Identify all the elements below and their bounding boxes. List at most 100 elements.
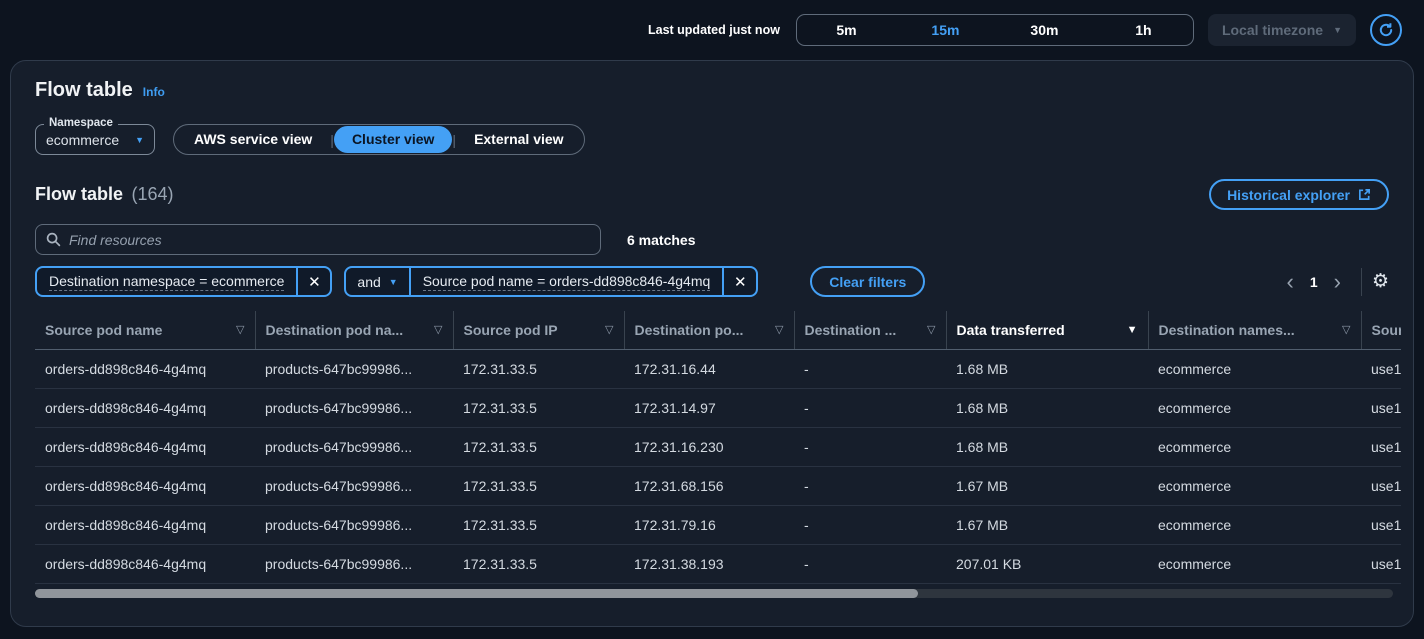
filter-token-destination-namespace: Destination namespace = ecommerce ✕ bbox=[35, 266, 332, 297]
refresh-button[interactable] bbox=[1370, 14, 1402, 46]
filter-caret-icon[interactable]: ▽ bbox=[605, 323, 613, 336]
cell-source-pod-ip: 172.31.33.5 bbox=[453, 505, 624, 544]
historical-explorer-button[interactable]: Historical explorer bbox=[1209, 179, 1389, 210]
cell-destination-pod-name: products-647bc99986... bbox=[255, 505, 453, 544]
cell-destination: - bbox=[794, 388, 946, 427]
table-row[interactable]: orders-dd898c846-4g4mq products-647bc999… bbox=[35, 544, 1401, 583]
cell-destination-pod-ip: 172.31.68.156 bbox=[624, 466, 794, 505]
cell-source-pod-name: orders-dd898c846-4g4mq bbox=[35, 427, 255, 466]
gear-icon[interactable]: ⚙ bbox=[1372, 272, 1389, 291]
table-row[interactable]: orders-dd898c846-4g4mq products-647bc999… bbox=[35, 349, 1401, 388]
namespace-select[interactable]: Namespace ecommerce ▼ bbox=[35, 124, 155, 155]
cell-destination-pod-ip: 172.31.16.230 bbox=[624, 427, 794, 466]
timezone-dropdown[interactable]: Local timezone ▼ bbox=[1208, 14, 1356, 46]
cell-source: use1- bbox=[1361, 349, 1401, 388]
cell-source-pod-name: orders-dd898c846-4g4mq bbox=[35, 505, 255, 544]
flow-table-panel: Flow table Info Namespace ecommerce ▼ AW… bbox=[10, 60, 1414, 627]
filter-caret-icon[interactable]: ▽ bbox=[1342, 323, 1350, 336]
chevron-down-icon: ▼ bbox=[1333, 25, 1342, 35]
column-header-source-pod-ip[interactable]: Source pod IP▽ bbox=[453, 311, 624, 349]
time-range-30m[interactable]: 30m bbox=[995, 22, 1094, 38]
cell-source: use1- bbox=[1361, 388, 1401, 427]
cell-destination-namespace: ecommerce bbox=[1148, 349, 1361, 388]
scrollbar-thumb[interactable] bbox=[35, 589, 918, 598]
tab-aws-service-view[interactable]: AWS service view bbox=[176, 126, 330, 153]
controls-row: Namespace ecommerce ▼ AWS service view |… bbox=[35, 124, 1389, 155]
pagination: ‹ 1 › ⚙ bbox=[1279, 268, 1390, 296]
cell-destination: - bbox=[794, 466, 946, 505]
cell-destination-pod-name: products-647bc99986... bbox=[255, 349, 453, 388]
clear-filters-button[interactable]: Clear filters bbox=[810, 266, 925, 297]
table-row[interactable]: orders-dd898c846-4g4mq products-647bc999… bbox=[35, 427, 1401, 466]
remove-filter-button[interactable]: ✕ bbox=[298, 268, 330, 295]
current-page: 1 bbox=[1302, 274, 1326, 290]
timezone-label: Local timezone bbox=[1222, 22, 1323, 38]
table-row[interactable]: orders-dd898c846-4g4mq products-647bc999… bbox=[35, 388, 1401, 427]
time-range-15m[interactable]: 15m bbox=[896, 22, 995, 38]
table-row[interactable]: orders-dd898c846-4g4mq products-647bc999… bbox=[35, 505, 1401, 544]
cell-destination-namespace: ecommerce bbox=[1148, 466, 1361, 505]
table-title: Flow table bbox=[35, 184, 123, 204]
chevron-down-icon: ▼ bbox=[389, 277, 398, 287]
filter-caret-icon[interactable]: ▽ bbox=[434, 323, 442, 336]
table-count: (164) bbox=[131, 184, 173, 204]
column-header-data-transferred[interactable]: Data transferred▼ bbox=[946, 311, 1148, 349]
page-title: Flow table bbox=[35, 79, 133, 102]
cell-destination: - bbox=[794, 544, 946, 583]
filter-token-text[interactable]: Source pod name = orders-dd898c846-4g4mq bbox=[411, 268, 723, 295]
cell-destination-namespace: ecommerce bbox=[1148, 505, 1361, 544]
table-header-row: Source pod name▽ Destination pod na...▽ … bbox=[35, 311, 1401, 349]
cell-data-transferred: 1.68 MB bbox=[946, 427, 1148, 466]
table-row[interactable]: orders-dd898c846-4g4mq products-647bc999… bbox=[35, 466, 1401, 505]
cell-source-pod-ip: 172.31.33.5 bbox=[453, 388, 624, 427]
cell-destination-pod-ip: 172.31.16.44 bbox=[624, 349, 794, 388]
cell-source-pod-name: orders-dd898c846-4g4mq bbox=[35, 544, 255, 583]
filter-token-text[interactable]: Destination namespace = ecommerce bbox=[37, 268, 296, 295]
cell-data-transferred: 1.67 MB bbox=[946, 466, 1148, 505]
flow-table-wrapper: Source pod name▽ Destination pod na...▽ … bbox=[35, 311, 1401, 584]
tab-cluster-view[interactable]: Cluster view bbox=[334, 126, 452, 153]
filter-caret-icon[interactable]: ▽ bbox=[927, 323, 935, 336]
cell-destination: - bbox=[794, 349, 946, 388]
panel-title-row: Flow table Info bbox=[35, 79, 1389, 102]
last-updated-text: Last updated just now bbox=[648, 23, 780, 37]
time-range-1h[interactable]: 1h bbox=[1094, 22, 1193, 38]
cell-data-transferred: 1.67 MB bbox=[946, 505, 1148, 544]
cell-destination-namespace: ecommerce bbox=[1148, 427, 1361, 466]
namespace-select-label: Namespace bbox=[44, 117, 118, 129]
filter-caret-icon[interactable]: ▽ bbox=[775, 323, 783, 336]
cell-destination-namespace: ecommerce bbox=[1148, 544, 1361, 583]
next-page-button[interactable]: › bbox=[1326, 271, 1349, 293]
search-box[interactable] bbox=[35, 224, 601, 255]
cell-destination-pod-ip: 172.31.38.193 bbox=[624, 544, 794, 583]
filter-caret-icon[interactable]: ▽ bbox=[236, 323, 244, 336]
filter-row: Destination namespace = ecommerce ✕ and … bbox=[35, 266, 1389, 297]
column-header-source-pod-name[interactable]: Source pod name▽ bbox=[35, 311, 255, 349]
previous-page-button[interactable]: ‹ bbox=[1279, 271, 1302, 293]
cell-data-transferred: 1.68 MB bbox=[946, 349, 1148, 388]
table-heading: Flow table (164) bbox=[35, 184, 174, 205]
sort-descending-icon[interactable]: ▼ bbox=[1127, 324, 1138, 336]
cell-destination-pod-name: products-647bc99986... bbox=[255, 466, 453, 505]
time-range-5m[interactable]: 5m bbox=[797, 22, 896, 38]
column-header-destination-namespace[interactable]: Destination names...▽ bbox=[1148, 311, 1361, 349]
time-range-selector: 5m 15m 30m 1h bbox=[796, 14, 1194, 46]
column-header-destination-pod-ip[interactable]: Destination po...▽ bbox=[624, 311, 794, 349]
horizontal-scrollbar[interactable] bbox=[35, 589, 1393, 598]
info-link[interactable]: Info bbox=[143, 85, 165, 99]
external-link-icon bbox=[1358, 188, 1371, 201]
filter-token-source-pod-name: and ▼ Source pod name = orders-dd898c846… bbox=[344, 266, 758, 297]
cell-source-pod-name: orders-dd898c846-4g4mq bbox=[35, 466, 255, 505]
cell-destination-pod-name: products-647bc99986... bbox=[255, 544, 453, 583]
column-header-destination-pod-name[interactable]: Destination pod na...▽ bbox=[255, 311, 453, 349]
flow-table: Source pod name▽ Destination pod na...▽ … bbox=[35, 311, 1401, 584]
chevron-down-icon: ▼ bbox=[135, 135, 144, 145]
column-header-source[interactable]: Source bbox=[1361, 311, 1401, 349]
tab-external-view[interactable]: External view bbox=[456, 126, 582, 153]
filter-operator-dropdown[interactable]: and ▼ bbox=[346, 268, 408, 295]
column-header-destination[interactable]: Destination ...▽ bbox=[794, 311, 946, 349]
cell-source-pod-name: orders-dd898c846-4g4mq bbox=[35, 388, 255, 427]
search-input[interactable] bbox=[69, 232, 590, 248]
remove-filter-button[interactable]: ✕ bbox=[724, 268, 756, 295]
table-heading-row: Flow table (164) Historical explorer bbox=[35, 179, 1389, 210]
